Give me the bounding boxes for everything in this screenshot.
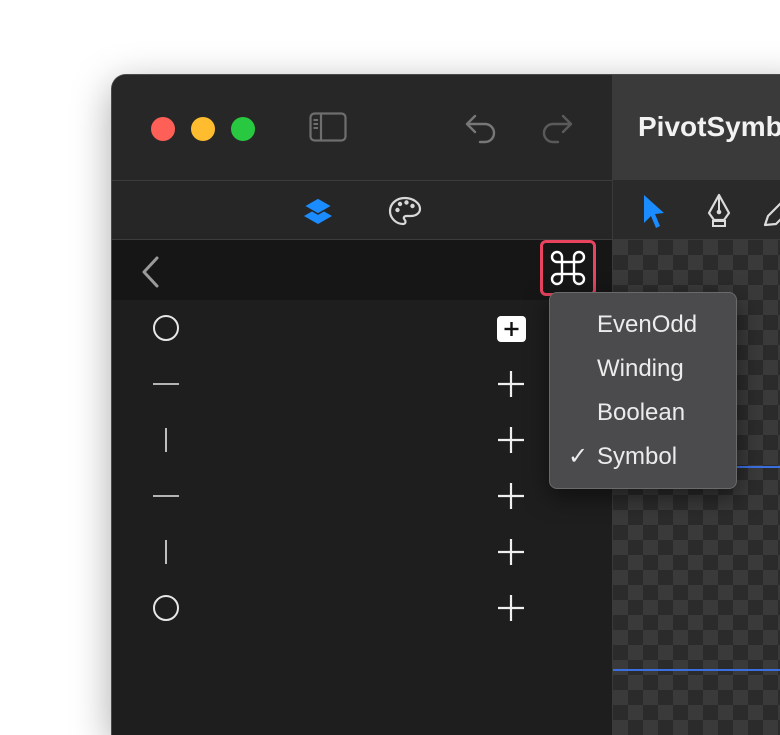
zoom-window-button[interactable] bbox=[231, 117, 255, 141]
navigation-row bbox=[112, 240, 612, 300]
list-item[interactable] bbox=[112, 412, 612, 468]
titlebar bbox=[112, 75, 612, 181]
plus-icon bbox=[504, 322, 519, 336]
menu-item-label: Boolean bbox=[597, 399, 686, 426]
vertical-line-icon bbox=[165, 428, 167, 452]
command-icon bbox=[550, 250, 586, 286]
plus-icon[interactable] bbox=[497, 594, 525, 622]
add-button[interactable] bbox=[497, 316, 526, 342]
menu-item-label: EvenOdd bbox=[597, 311, 698, 338]
plus-icon[interactable] bbox=[497, 538, 525, 566]
document-title: PivotSymb bbox=[638, 111, 780, 142]
pen-icon[interactable] bbox=[705, 193, 733, 234]
menu-item-evenodd[interactable]: EvenOdd bbox=[550, 303, 736, 347]
sidebar bbox=[112, 75, 613, 735]
menu-item-winding[interactable]: Winding bbox=[550, 347, 736, 391]
list-item[interactable] bbox=[112, 580, 612, 636]
menu-item-symbol[interactable]: ✓ Symbol bbox=[550, 435, 736, 479]
palette-icon[interactable] bbox=[388, 195, 422, 232]
list-item[interactable] bbox=[112, 300, 612, 356]
menu-item-label: Symbol bbox=[597, 443, 678, 470]
layers-icon[interactable] bbox=[302, 195, 334, 232]
menu-item-label: Winding bbox=[597, 355, 684, 382]
sidebar-tabbar bbox=[112, 181, 612, 240]
plus-icon[interactable] bbox=[497, 426, 525, 454]
list-item[interactable] bbox=[112, 356, 612, 412]
list-item[interactable] bbox=[112, 524, 612, 580]
horizontal-line-icon bbox=[153, 383, 179, 385]
pointer-icon[interactable] bbox=[641, 193, 667, 234]
redo-icon[interactable] bbox=[540, 113, 574, 150]
circle-icon bbox=[153, 595, 179, 621]
minimize-window-button[interactable] bbox=[191, 117, 215, 141]
checkmark-icon: ✓ bbox=[568, 443, 589, 470]
menu-item-boolean[interactable]: Boolean bbox=[550, 391, 736, 435]
sidebar-toggle-icon[interactable] bbox=[309, 112, 347, 147]
circle-icon bbox=[153, 315, 179, 341]
pencil-icon[interactable] bbox=[763, 195, 780, 234]
vertical-line-icon bbox=[165, 540, 167, 564]
undo-icon[interactable] bbox=[464, 113, 498, 150]
plus-icon[interactable] bbox=[497, 482, 525, 510]
horizontal-line-icon bbox=[153, 495, 179, 497]
close-window-button[interactable] bbox=[151, 117, 175, 141]
command-button[interactable] bbox=[540, 240, 596, 296]
plus-icon[interactable] bbox=[497, 370, 525, 398]
tool-bar bbox=[613, 181, 780, 240]
guide-line bbox=[613, 669, 780, 671]
chevron-left-icon[interactable] bbox=[140, 255, 162, 294]
fill-rule-menu: EvenOdd Winding Boolean ✓ Symbol bbox=[549, 292, 737, 489]
list-item[interactable] bbox=[112, 468, 612, 524]
document-titlebar: PivotSymb bbox=[613, 75, 780, 181]
